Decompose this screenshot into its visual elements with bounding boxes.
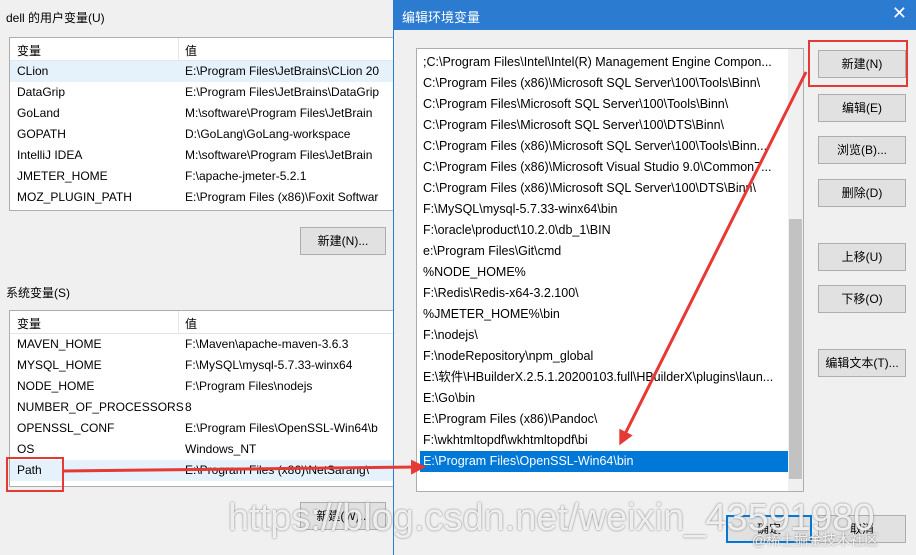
annotation-arrows	[61, 71, 808, 475]
arrow-to-new-entry-icon	[619, 71, 808, 446]
watermark-juejin: @稀土掘金技术社区	[752, 532, 879, 548]
arrow-to-list-icon	[61, 459, 426, 475]
